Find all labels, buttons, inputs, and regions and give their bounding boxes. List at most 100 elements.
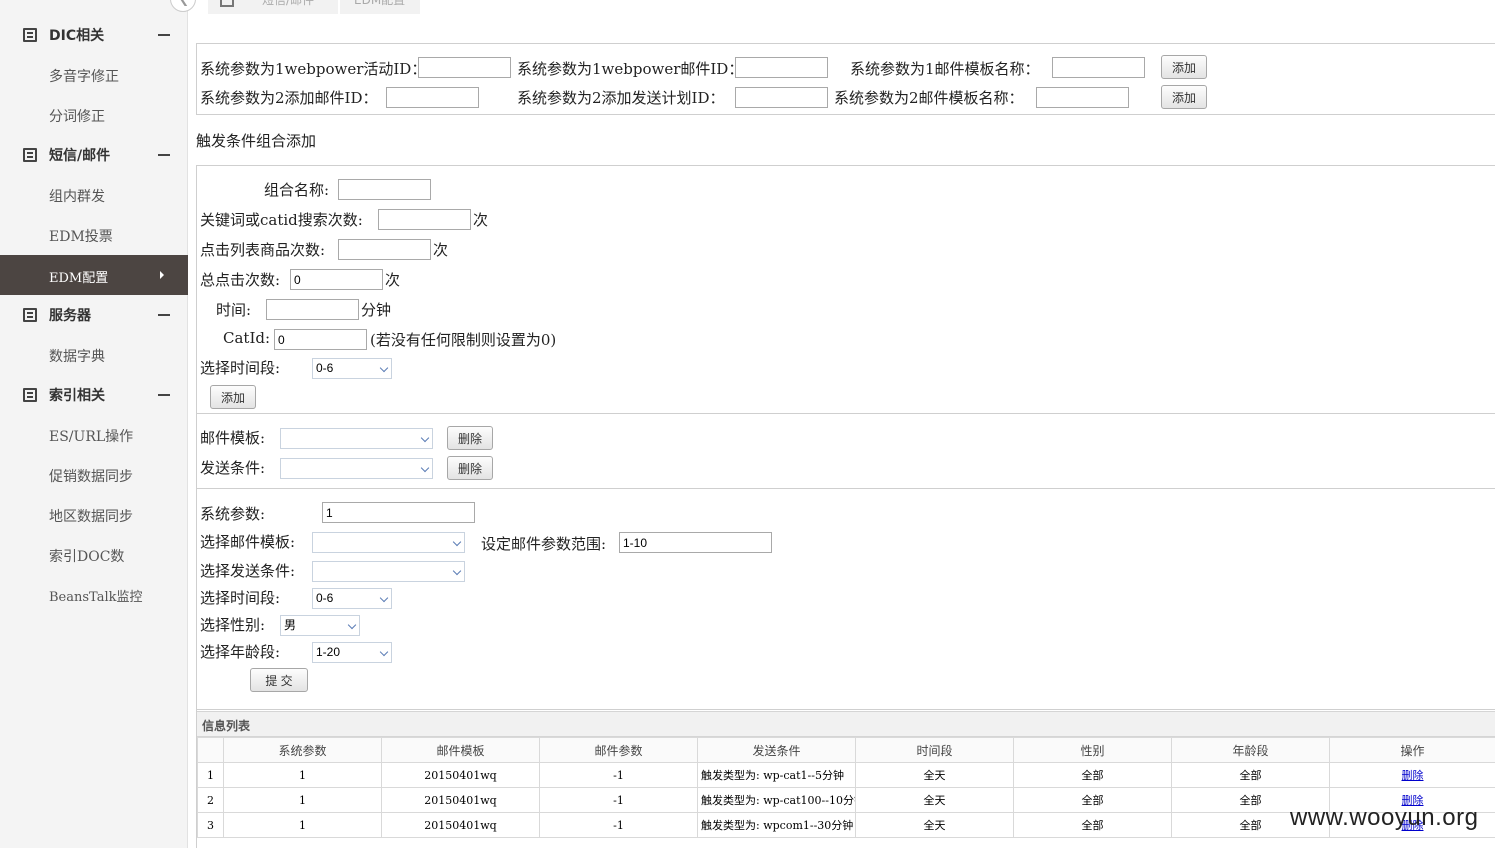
time-input[interactable]	[266, 299, 359, 320]
sidebar-item-beanstalk[interactable]: BeansTalk监控	[0, 575, 188, 615]
time-label: 时间:	[216, 301, 252, 319]
sidebar-group-label: 索引相关	[49, 388, 105, 404]
sidebar-item-promo-sync[interactable]: 促销数据同步	[0, 455, 188, 495]
param1-mail-input[interactable]	[735, 57, 828, 78]
delete-condition-button[interactable]: 删除	[447, 456, 493, 480]
config-gender-select[interactable]: 男	[280, 615, 360, 636]
sidebar-group-sms-mail[interactable]: 短信/邮件	[0, 135, 188, 175]
minutes-unit: 分钟	[361, 301, 392, 319]
catid-hint: (若没有任何限制则设置为0)	[370, 331, 557, 349]
list-icon	[23, 388, 37, 402]
config-submit-button[interactable]: 提 交	[250, 668, 308, 692]
cell-condition: 触发类型为: wp-cat100--10分钟	[697, 787, 856, 813]
collapse-minus-icon[interactable]	[158, 34, 170, 36]
config-period-select[interactable]: 0-6	[312, 588, 392, 609]
sidebar-item-edm-config[interactable]: EDM配置	[0, 255, 188, 295]
collapse-minus-icon[interactable]	[158, 154, 170, 156]
config-age-label: 选择年龄段:	[200, 643, 281, 661]
param2-mail-label: 系统参数为2添加邮件ID：	[200, 89, 378, 107]
config-age-select[interactable]: 1-20	[312, 642, 392, 663]
delete-template-select[interactable]	[280, 428, 433, 449]
row-index: 1	[197, 762, 224, 788]
cell-param: 1	[223, 812, 382, 838]
chevron-down-icon	[379, 593, 389, 603]
info-list-header: 信息列表	[197, 711, 1495, 737]
click-list-label: 点击列表商品次数:	[200, 241, 326, 259]
keyword-count-input[interactable]	[378, 209, 471, 230]
sidebar-item-label: 索引DOC数	[49, 549, 125, 565]
catid-input[interactable]	[274, 329, 367, 350]
keyword-count-label: 关键词或catid搜索次数:	[200, 211, 363, 229]
sidebar-item-label: EDM投票	[49, 229, 113, 245]
param2-add-button[interactable]: 添加	[1161, 85, 1207, 109]
cell-mail-param: -1	[539, 812, 698, 838]
list-icon	[23, 308, 37, 322]
cell-period: 全天	[855, 787, 1014, 813]
sidebar-group-server[interactable]: 服务器	[0, 295, 188, 335]
column-header: 发送条件	[697, 737, 856, 763]
sidebar-item-label: 数据字典	[49, 349, 105, 365]
breadcrumb-item: EDM配置	[340, 0, 420, 14]
divider	[196, 165, 1495, 166]
combo-name-input[interactable]	[338, 179, 431, 200]
delete-condition-label: 发送条件:	[200, 459, 266, 477]
sidebar-item-es-url[interactable]: ES/URL操作	[0, 415, 188, 455]
trigger-period-select[interactable]: 0-6	[312, 358, 392, 379]
delete-template-button[interactable]: 删除	[447, 426, 493, 450]
select-value: 男	[284, 618, 297, 632]
sidebar-group-dic[interactable]: DIC相关	[0, 15, 188, 55]
divider	[196, 488, 1495, 489]
param2-plan-label: 系统参数为2添加发送计划ID：	[517, 89, 725, 107]
click-list-input[interactable]	[338, 239, 431, 260]
config-condition-select[interactable]	[312, 561, 465, 582]
sidebar-item-segmentation[interactable]: 分词修正	[0, 95, 188, 135]
chevron-down-icon	[420, 433, 430, 443]
sidebar-item-label: 组内群发	[49, 189, 105, 205]
column-header: 时间段	[855, 737, 1014, 763]
divider	[196, 114, 1495, 115]
info-list-title: 信息列表	[202, 719, 251, 733]
breadcrumb-home[interactable]	[208, 0, 248, 14]
sidebar-item-label: 地区数据同步	[49, 509, 133, 525]
delete-link[interactable]: 删除	[1402, 769, 1424, 782]
sidebar-item-label: 分词修正	[49, 109, 105, 125]
sidebar-item-group-send[interactable]: 组内群发	[0, 175, 188, 215]
sidebar-item-label: EDM配置	[49, 271, 109, 286]
sidebar-item-edm-vote[interactable]: EDM投票	[0, 215, 188, 255]
param1-add-button[interactable]: 添加	[1161, 55, 1207, 79]
delete-condition-select[interactable]	[280, 458, 433, 479]
column-header	[197, 737, 224, 763]
config-range-input[interactable]	[619, 532, 772, 553]
home-icon	[220, 0, 234, 7]
collapse-minus-icon[interactable]	[158, 314, 170, 316]
catid-label: CatId:	[223, 329, 271, 347]
times-unit: 次	[433, 241, 449, 259]
param2-plan-input[interactable]	[735, 87, 828, 108]
config-param-input[interactable]	[322, 502, 475, 523]
sidebar-item-label: 促销数据同步	[49, 469, 133, 485]
sidebar-group-index[interactable]: 索引相关	[0, 375, 188, 415]
cell-age: 全部	[1171, 762, 1330, 788]
sidebar-item-index-doc[interactable]: 索引DOC数	[0, 535, 188, 575]
sidebar-item-polyphone[interactable]: 多音字修正	[0, 55, 188, 95]
config-param-label: 系统参数:	[200, 505, 266, 523]
cell-condition: 触发类型为: wp-cat1--5分钟	[697, 762, 856, 788]
trigger-add-button[interactable]: 添加	[210, 385, 256, 409]
param2-mail-input[interactable]	[386, 87, 479, 108]
sidebar-item-region-sync[interactable]: 地区数据同步	[0, 495, 188, 535]
config-template-select[interactable]	[312, 532, 465, 553]
times-unit: 次	[473, 211, 489, 229]
total-click-label: 总点击次数:	[200, 271, 281, 289]
collapse-minus-icon[interactable]	[158, 394, 170, 396]
breadcrumb-item[interactable]: 短信/邮件	[248, 0, 338, 14]
config-condition-label: 选择发送条件:	[200, 562, 296, 580]
total-click-input[interactable]	[290, 269, 383, 290]
param1-activity-label: 系统参数为1webpower活动ID：	[200, 60, 427, 78]
param2-template-input[interactable]	[1036, 87, 1129, 108]
param1-activity-input[interactable]	[418, 57, 511, 78]
config-range-label: 设定邮件参数范围:	[481, 535, 607, 553]
sidebar-item-data-dictionary[interactable]: 数据字典	[0, 335, 188, 375]
param1-template-input[interactable]	[1052, 57, 1145, 78]
row-index: 3	[197, 812, 224, 838]
column-header: 邮件参数	[539, 737, 698, 763]
